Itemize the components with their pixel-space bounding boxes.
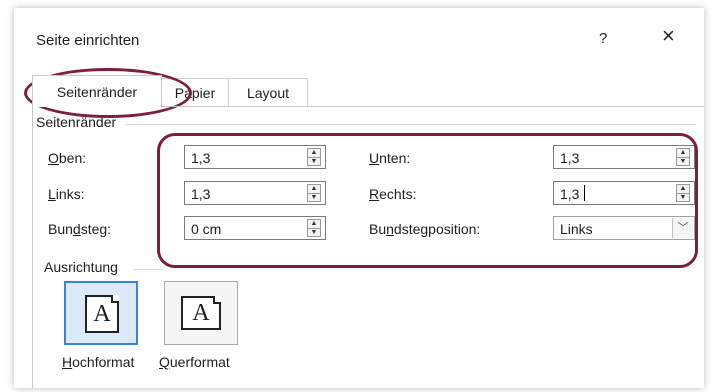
spin-arrows[interactable]: ▲ ▼ [307,184,321,202]
gutter-position-label: Bundstegposition: [369,221,481,237]
tab-margins[interactable]: Seitenränder [32,75,162,107]
spin-arrows[interactable]: ▲ ▼ [307,219,321,237]
gutter-value: 0 cm [191,221,222,237]
orientation-group-rule [134,269,162,270]
spin-up-icon[interactable]: ▲ [677,149,689,158]
spin-down-icon[interactable]: ▼ [308,158,320,166]
left-margin-label: Links: [48,186,85,202]
orientation-group-label: Ausrichtung [44,259,122,275]
tab-layout[interactable]: Layout [228,78,308,107]
tab-paper[interactable]: Papier [159,78,231,107]
panel-border [32,106,33,388]
gutter-label: Bundsteg: [48,221,112,237]
top-margin-label: Oben: [48,150,87,166]
spin-down-icon[interactable]: ▼ [677,194,689,202]
close-button[interactable]: × [662,25,675,47]
gutter-position-select[interactable]: Links ﹀ [553,216,695,240]
top-margin-stepper[interactable]: 1,3 ▲ ▼ [184,145,326,169]
spin-up-icon[interactable]: ▲ [677,185,689,194]
left-margin-value: 1,3 [191,186,211,202]
margins-group-label: Seitenränder [36,114,121,130]
portrait-page-icon: A [85,295,119,333]
text-caret [584,185,585,201]
gutter-stepper[interactable]: 0 cm ▲ ▼ [184,216,326,240]
dialog-title: Seite einrichten [36,32,140,49]
margins-group-rule [126,124,696,125]
bottom-margin-label: Unten: [369,150,411,166]
right-margin-label: Rechts: [369,186,417,202]
bottom-margin-value: 1,3 [560,150,580,166]
landscape-button[interactable]: A [164,281,238,345]
spin-down-icon[interactable]: ▼ [308,194,320,202]
tab-label: Papier [174,85,216,101]
top-margin-value: 1,3 [191,150,211,166]
spin-up-icon[interactable]: ▲ [308,149,320,158]
landscape-page-icon: A [181,296,221,330]
spin-arrows[interactable]: ▲ ▼ [307,148,321,166]
right-margin-value: 1,3 [560,186,580,202]
spin-arrows[interactable]: ▲ ▼ [676,148,690,166]
chevron-down-icon[interactable]: ﹀ [672,218,693,238]
portrait-label: Hochformat [62,354,135,370]
spin-arrows[interactable]: ▲ ▼ [676,184,690,202]
gutter-position-value: Links [560,221,593,237]
portrait-button[interactable]: A [64,281,138,345]
spin-up-icon[interactable]: ▲ [308,185,320,194]
right-margin-stepper[interactable]: 1,3 ▲ ▼ [553,181,695,205]
spin-down-icon[interactable]: ▼ [308,229,320,237]
tab-label: Seitenränder [56,83,138,100]
tab-label: Layout [246,85,290,101]
bottom-margin-stepper[interactable]: 1,3 ▲ ▼ [553,145,695,169]
spin-down-icon[interactable]: ▼ [677,158,689,166]
left-margin-stepper[interactable]: 1,3 ▲ ▼ [184,181,326,205]
spin-up-icon[interactable]: ▲ [308,220,320,229]
page-setup-dialog: Seite einrichten ? × Seitenränder Papier… [14,8,704,388]
landscape-label: Querformat [159,354,230,370]
help-button[interactable]: ? [599,30,607,47]
